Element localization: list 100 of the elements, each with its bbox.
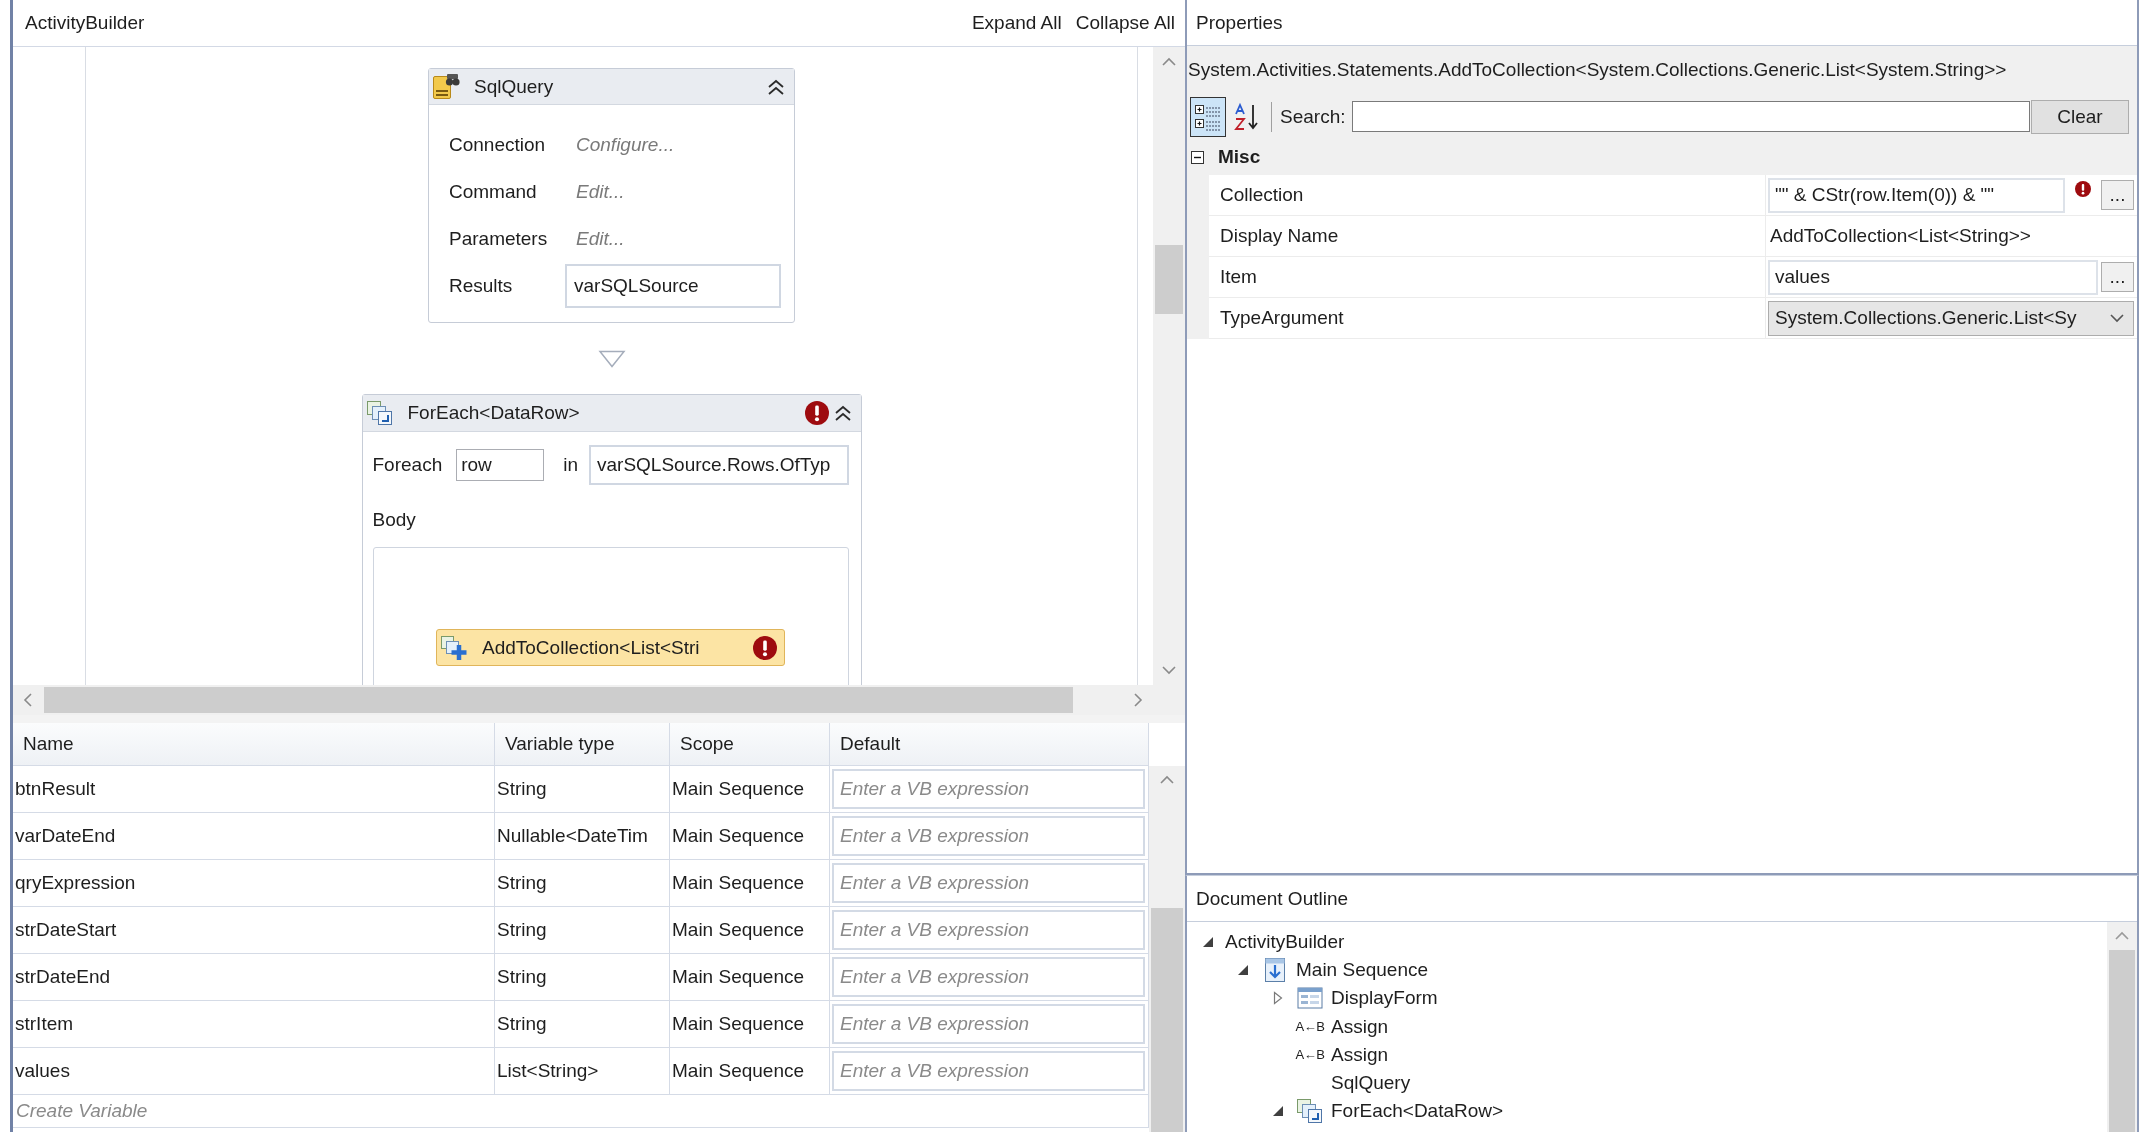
table-cell: Main Sequence: [670, 954, 830, 1000]
scrollbar-thumb[interactable]: [1155, 245, 1183, 314]
assign-symbol: A←B: [1295, 1019, 1325, 1035]
search-label: Search:: [1280, 105, 1346, 128]
expression-field[interactable]: varSQLSource.Rows.OfTyp: [589, 445, 849, 485]
table-cell: String: [495, 954, 670, 1000]
chevron-up-icon[interactable]: [2114, 930, 2130, 942]
property-name: TypeArgument: [1209, 298, 1766, 339]
table-cell: String: [495, 766, 670, 812]
activity-chip[interactable]: AddToCollection<List<Stri: [436, 629, 785, 666]
chevron-down-icon[interactable]: [1161, 664, 1177, 676]
tree-item[interactable]: SqlQuery: [1331, 1072, 1411, 1095]
table-cell: Main Sequence: [670, 860, 830, 906]
table-cell: varDateEnd: [13, 813, 495, 859]
expression-field[interactable]: Enter a VB expression: [832, 816, 1145, 856]
clear-button[interactable]: Clear: [2031, 99, 2129, 134]
field-label: Foreach: [372, 454, 443, 476]
breadcrumb-link[interactable]: ActivityBuilder: [25, 12, 145, 34]
chevron-left-icon[interactable]: [22, 692, 34, 708]
caret-icon[interactable]: [1237, 964, 1249, 977]
chevron-up-icon[interactable]: [1161, 56, 1177, 68]
expression-field[interactable]: "" & CStr(row.Item(0)) & "": [1768, 177, 2065, 213]
field-label: Body: [372, 508, 416, 532]
stacked-squares-icon: [365, 400, 394, 426]
expand-all-link[interactable]: Expand All: [971, 12, 1062, 34]
table-cell: values: [13, 1048, 495, 1094]
expression-field[interactable]: Enter a VB expression: [832, 863, 1145, 903]
down-triangle-icon: [597, 350, 626, 368]
column-header[interactable]: Name: [13, 723, 495, 765]
table-cell: Nullable<DateTim: [495, 813, 670, 859]
tree-item[interactable]: ForEach<DataRow>: [1331, 1100, 1504, 1123]
window-icon: [1297, 987, 1323, 1010]
sort-icon: [1234, 101, 1260, 132]
collapse-icon[interactable]: [766, 77, 786, 96]
scrollbar-thumb[interactable]: [44, 687, 1073, 713]
table-cell: Main Sequence: [670, 1001, 830, 1047]
variable-field[interactable]: row: [456, 449, 545, 481]
field-label: Connection: [449, 133, 546, 156]
chevron-right-icon[interactable]: [1132, 692, 1144, 708]
expression-field[interactable]: values: [1768, 259, 2098, 295]
tree-item[interactable]: ActivityBuilder: [1225, 931, 1345, 954]
table-cell: strItem: [13, 1001, 495, 1047]
search-field[interactable]: [1352, 101, 2030, 132]
stacked-squares-icon: [1296, 1098, 1324, 1125]
column-header[interactable]: Scope: [670, 723, 830, 765]
field-label: Results: [449, 274, 513, 297]
caret-icon[interactable]: [1272, 1105, 1284, 1118]
activity-title: SqlQuery: [474, 75, 555, 98]
chevron-down-icon[interactable]: [2109, 312, 2125, 324]
table-cell: strDateEnd: [13, 954, 495, 1000]
activity-title: AddToCollection<List<Stri: [482, 636, 701, 659]
tree-item[interactable]: Main Sequence: [1296, 959, 1429, 982]
expression-field[interactable]: Enter a VB expression: [832, 957, 1145, 997]
column-header[interactable]: Default: [830, 723, 1149, 765]
category-label: Misc: [1218, 146, 1261, 168]
table-cell: Main Sequence: [670, 766, 830, 812]
tree-item[interactable]: DisplayForm: [1331, 987, 1438, 1010]
value-link[interactable]: Edit...: [576, 227, 625, 250]
field-label: Parameters: [449, 227, 548, 250]
table-cell: String: [495, 907, 670, 953]
table-cell: String: [495, 860, 670, 906]
add-icon: [440, 634, 468, 661]
field-label: Command: [449, 180, 537, 203]
activity-title: ForEach<DataRow>: [407, 402, 581, 424]
table-cell: Main Sequence: [670, 907, 830, 953]
table-cell: Main Sequence: [670, 1048, 830, 1094]
value-link[interactable]: Edit...: [576, 180, 625, 203]
table-cell: Main Sequence: [670, 813, 830, 859]
create-variable-prompt[interactable]: Create Variable: [13, 1095, 1149, 1128]
expression-field[interactable]: Enter a VB expression: [832, 769, 1145, 809]
table-cell: qryExpression: [13, 860, 495, 906]
table-cell: List<String>: [495, 1048, 670, 1094]
scrollbar-thumb[interactable]: [1151, 908, 1183, 1132]
column-header[interactable]: Variable type: [495, 723, 670, 765]
expression-field[interactable]: Enter a VB expression: [832, 1051, 1145, 1091]
field-label: in: [563, 454, 578, 476]
browse-button[interactable]: ...: [2101, 180, 2134, 210]
assign-symbol: A←B: [1295, 1047, 1325, 1063]
caret-icon[interactable]: [1202, 936, 1214, 949]
type-dropdown[interactable]: System.Collections.Generic.List<Sy: [1768, 300, 2134, 336]
tree-item[interactable]: Assign: [1331, 1043, 1389, 1066]
scrollbar-thumb[interactable]: [2109, 950, 2135, 1132]
tree-item[interactable]: Assign: [1331, 1015, 1389, 1038]
categorized-view-button[interactable]: [1190, 96, 1226, 137]
collapse-all-link[interactable]: Collapse All: [1075, 12, 1175, 34]
expression-field[interactable]: varSQLSource: [565, 263, 781, 308]
object-type-label: System.Activities.Statements.AddToCollection<System.Collections.Generic.List<System.String>>: [1187, 46, 2137, 94]
expression-field[interactable]: Enter a VB expression: [832, 910, 1145, 950]
table-cell: String: [495, 1001, 670, 1047]
document-binoculars-icon: [432, 73, 460, 100]
collapse-icon[interactable]: [1191, 150, 1204, 164]
expression-field[interactable]: Enter a VB expression: [832, 1004, 1145, 1044]
panel-title: Document Outline: [1187, 876, 2137, 922]
property-value: AddToCollection<List<String>>: [1769, 225, 2031, 247]
arrow-box-icon: [1264, 957, 1286, 984]
table-cell: btnResult: [13, 766, 495, 812]
table-cell: strDateStart: [13, 907, 495, 953]
browse-button[interactable]: ...: [2101, 262, 2134, 292]
chevron-up-icon[interactable]: [1159, 774, 1175, 786]
value-link[interactable]: Configure...: [576, 133, 675, 156]
